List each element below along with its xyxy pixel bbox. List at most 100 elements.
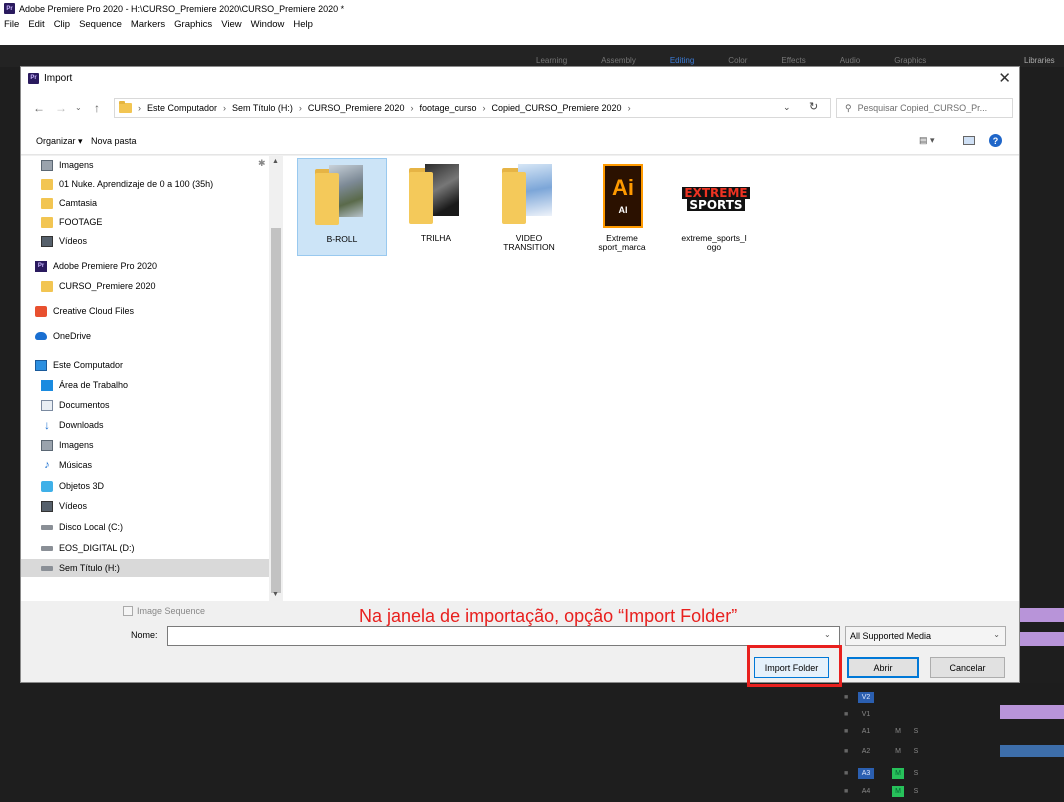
- track-name[interactable]: V1: [858, 709, 874, 720]
- mute-toggle[interactable]: M: [892, 767, 904, 779]
- file-item-extreme-sport-marca[interactable]: Ai AI Extreme sport_marca: [577, 158, 667, 256]
- menu-window[interactable]: Window: [251, 19, 285, 30]
- mute-toggle[interactable]: M: [892, 726, 904, 737]
- menu-graphics[interactable]: Graphics: [174, 19, 212, 30]
- workspace-tab-learning[interactable]: Learning: [536, 56, 567, 65]
- workspace-tab-graphics[interactable]: Graphics: [894, 56, 926, 65]
- lock-icon[interactable]: ■: [844, 711, 854, 718]
- organize-button[interactable]: Organizar ▾: [36, 136, 83, 147]
- open-button[interactable]: Abrir: [847, 657, 919, 678]
- file-type-select[interactable]: All Supported Media ⌄: [845, 626, 1006, 646]
- breadcrumb-item[interactable]: CURSO_Premiere 2020: [308, 103, 405, 113]
- up-arrow-icon[interactable]: ↑: [94, 101, 100, 115]
- folder-icon: [41, 216, 53, 228]
- nav-item-onedrive[interactable]: OneDrive: [35, 327, 91, 345]
- nav-item-desktop[interactable]: Área de Trabalho: [41, 376, 128, 394]
- nav-item-creative-cloud[interactable]: Creative Cloud Files: [35, 302, 134, 320]
- help-icon[interactable]: ?: [989, 134, 1002, 147]
- breadcrumb-item[interactable]: Este Computador: [147, 103, 217, 113]
- recent-dropdown-icon[interactable]: ⌄: [75, 103, 82, 112]
- chevron-right-icon: ›: [298, 103, 302, 113]
- nav-scroll-thumb[interactable]: [271, 228, 281, 593]
- nav-item-videos[interactable]: Vídeos: [41, 232, 87, 250]
- nav-item-disk-c[interactable]: Disco Local (C:): [41, 518, 123, 536]
- track-name[interactable]: A3: [858, 767, 874, 779]
- folder-icon: [41, 178, 53, 190]
- chevron-down-icon[interactable]: ⌄: [783, 102, 791, 113]
- nav-item-este-computador[interactable]: Este Computador: [35, 356, 123, 374]
- scroll-down-icon[interactable]: ▼: [272, 591, 279, 598]
- breadcrumb-item[interactable]: Copied_CURSO_Premiere 2020: [492, 103, 622, 113]
- cancel-button[interactable]: Cancelar: [930, 657, 1005, 678]
- filename-input[interactable]: [167, 626, 840, 646]
- creative-cloud-icon: [35, 305, 47, 317]
- close-icon[interactable]: ✕: [998, 69, 1011, 87]
- workspace-tab-assembly[interactable]: Assembly: [601, 56, 636, 65]
- nav-item-3d-objects[interactable]: Objetos 3D: [41, 477, 104, 495]
- lock-icon[interactable]: ■: [844, 748, 854, 755]
- workspace-tab-color[interactable]: Color: [728, 56, 747, 65]
- track-name[interactable]: A2: [858, 746, 874, 757]
- menu-markers[interactable]: Markers: [131, 19, 165, 30]
- search-input[interactable]: [857, 103, 1008, 113]
- menu-view[interactable]: View: [221, 19, 241, 30]
- image-sequence-checkbox[interactable]: [123, 606, 133, 616]
- file-item-trilha[interactable]: TRILHA: [391, 158, 481, 256]
- chevron-down-icon[interactable]: ⌄: [824, 630, 831, 639]
- breadcrumb-item[interactable]: footage_curso: [419, 103, 476, 113]
- menu-clip[interactable]: Clip: [54, 19, 70, 30]
- nav-item-music[interactable]: ♪ Músicas: [41, 456, 92, 474]
- track-name[interactable]: A1: [858, 726, 874, 737]
- nav-item-pictures[interactable]: Imagens: [41, 436, 94, 454]
- solo-toggle[interactable]: S: [910, 768, 922, 779]
- menu-help[interactable]: Help: [293, 19, 313, 30]
- mute-toggle[interactable]: M: [892, 746, 904, 757]
- solo-toggle[interactable]: S: [910, 726, 922, 737]
- file-item-video-transition[interactable]: VIDEO TRANSITION: [484, 158, 574, 256]
- menu-sequence[interactable]: Sequence: [79, 19, 122, 30]
- workspace-tab-libraries[interactable]: Libraries: [1024, 56, 1055, 65]
- videos-icon: [41, 500, 53, 512]
- back-arrow-icon[interactable]: ←: [33, 101, 45, 115]
- navigation-pane: ✱ Imagens 01 Nuke. Aprendizaje de 0 a 10…: [21, 156, 283, 601]
- workspace-tab-audio[interactable]: Audio: [840, 56, 860, 65]
- timeline-clip: [1018, 608, 1064, 622]
- nav-item-imagens[interactable]: Imagens: [41, 156, 94, 174]
- nav-item-premiere[interactable]: Pr Adobe Premiere Pro 2020: [35, 257, 157, 275]
- workspace-tab-effects[interactable]: Effects: [781, 56, 805, 65]
- lock-icon[interactable]: ■: [844, 770, 854, 777]
- menu-edit[interactable]: Edit: [28, 19, 44, 30]
- track-name[interactable]: V2: [858, 691, 874, 703]
- solo-toggle[interactable]: S: [910, 746, 922, 757]
- address-bar[interactable]: › Este Computador › Sem Título (H:) › CU…: [114, 98, 831, 118]
- nav-item-footage[interactable]: FOOTAGE: [41, 213, 102, 231]
- new-folder-button[interactable]: Nova pasta: [91, 136, 137, 146]
- nav-item-camtasia[interactable]: Camtasia: [41, 194, 97, 212]
- breadcrumb-item[interactable]: Sem Título (H:): [232, 103, 293, 113]
- forward-arrow-icon[interactable]: →: [55, 101, 67, 115]
- nav-item-downloads[interactable]: ↓ Downloads: [41, 416, 104, 434]
- nav-item-curso[interactable]: CURSO_Premiere 2020: [41, 277, 156, 295]
- pin-icon[interactable]: ✱: [258, 158, 266, 169]
- mute-toggle[interactable]: M: [892, 785, 904, 797]
- nav-item-nuke[interactable]: 01 Nuke. Aprendizaje de 0 a 100 (35h): [41, 175, 213, 193]
- preview-pane-icon[interactable]: [963, 136, 975, 145]
- chevron-down-icon: ⌄: [993, 630, 1000, 639]
- scroll-up-icon[interactable]: ▲: [272, 158, 279, 165]
- file-item-b-roll[interactable]: B-ROLL: [297, 158, 387, 256]
- nav-item-disk-d[interactable]: EOS_DIGITAL (D:): [41, 539, 135, 557]
- lock-icon[interactable]: ■: [844, 728, 854, 735]
- file-item-extreme-sports-logo[interactable]: EXTREME SPORTS extreme_sports_l ogo: [669, 158, 759, 256]
- image-sequence-option[interactable]: Image Sequence: [123, 606, 205, 616]
- lock-icon[interactable]: ■: [844, 694, 854, 701]
- view-options-icon[interactable]: ▤ ▾: [919, 135, 935, 146]
- workspace-tab-editing[interactable]: Editing: [670, 56, 694, 65]
- nav-item-videos-pc[interactable]: Vídeos: [41, 497, 87, 515]
- solo-toggle[interactable]: S: [910, 786, 922, 797]
- menu-file[interactable]: File: [4, 19, 19, 30]
- refresh-icon[interactable]: ↻: [809, 100, 818, 113]
- lock-icon[interactable]: ■: [844, 788, 854, 795]
- nav-item-disk-h[interactable]: Sem Título (H:): [21, 559, 271, 577]
- track-name[interactable]: A4: [858, 786, 874, 797]
- nav-item-documents[interactable]: Documentos: [41, 396, 110, 414]
